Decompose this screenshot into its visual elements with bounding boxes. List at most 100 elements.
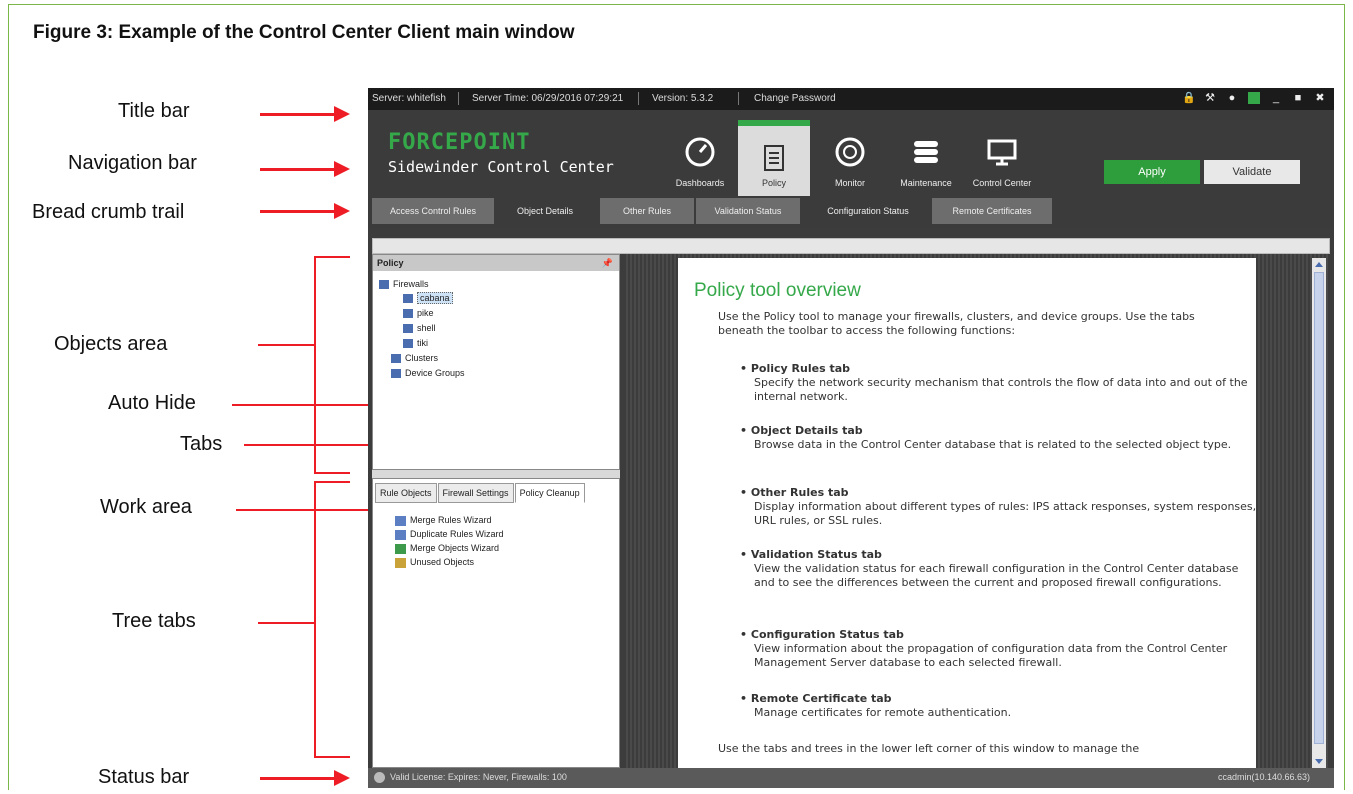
nav-label: Policy [761,178,786,188]
section-body: Manage certificates for remote authentic… [754,706,1012,719]
cluster-icon [391,354,401,364]
section-object-details: • Object Details tab Browse data in the … [740,424,1256,452]
callout-navigation-bar: Navigation bar [68,152,197,174]
bracket-tree-tabs-bottom [314,756,350,758]
nav-maintenance[interactable]: Maintenance [890,120,962,196]
tree-item-firewall[interactable]: shell [403,321,436,335]
tab-other-rules[interactable]: Other Rules [600,198,694,224]
tree-item-firewall[interactable]: cabana [403,291,453,305]
section-title: • Validation Status tab [740,548,882,561]
firewall-icon [403,309,413,319]
tab-access-control-rules[interactable]: Access Control Rules [372,198,494,224]
tree-tab-rule-objects[interactable]: Rule Objects [375,483,437,503]
server-time: Server Time: 06/29/2016 07:29:21 [472,93,624,104]
license-icon [374,772,385,783]
firewall-icon [403,339,413,349]
section-body: View information about the propagation o… [754,642,1228,669]
scroll-up-icon[interactable] [1315,262,1323,267]
minimize-icon[interactable]: _ [1270,92,1282,104]
maintenance-database-icon [914,141,938,163]
nav-policy[interactable]: Policy [738,120,810,196]
wizard-icon [395,543,406,554]
logged-in-user: ccadmin(10.140.66.63) [1217,772,1310,782]
callout-auto-hide: Auto Hide [108,392,196,414]
bracket-objects-area-h [258,344,314,346]
status-green-icon[interactable] [1248,92,1260,104]
document-intro: Use the Policy tool to manage your firew… [718,310,1195,337]
version: Version: 5.3.2 [652,93,714,104]
section-body: Browse data in the Control Center databa… [754,438,1232,451]
arrow-navigation-bar [260,161,350,177]
close-icon[interactable]: ✖ [1314,92,1326,104]
validate-button[interactable]: Validate [1204,160,1300,184]
brand-logo: FORCEPOINT [388,130,531,155]
bracket-tree-tabs-v [314,481,316,757]
scroll-thumb[interactable] [1314,272,1324,744]
tab-configuration-status[interactable]: Configuration Status [808,198,928,224]
list-item-duplicate-rules-wizard[interactable]: Duplicate Rules Wizard [395,527,504,541]
work-area: Policy tool overview Use the Policy tool… [624,254,1330,768]
objects-area: Policy 📌 Firewalls cabana pike shell tik… [372,254,620,470]
document-footer: Use the tabs and trees in the lower left… [718,742,1140,755]
change-password-link[interactable]: Change Password [754,93,836,104]
tab-validation-status[interactable]: Validation Status [696,198,800,224]
scroll-down-icon[interactable] [1315,759,1323,764]
nav-dashboards[interactable]: Dashboards [664,120,736,196]
nav-monitor[interactable]: Monitor [814,120,886,196]
separator [738,92,739,105]
document-heading: Policy tool overview [694,280,861,301]
section-title: • Object Details tab [740,424,863,437]
tab-remote-certificates[interactable]: Remote Certificates [932,198,1052,224]
callout-objects-area: Objects area [54,333,168,355]
list-item-unused-objects[interactable]: Unused Objects [395,555,504,569]
tools-icon[interactable]: ⚒ [1204,92,1216,104]
tree-tabs: Rule Objects Firewall Settings Policy Cl… [375,483,586,503]
callout-bread-crumb-trail: Bread crumb trail [32,201,185,223]
section-title: • Remote Certificate tab [740,692,892,705]
firewall-icon [403,294,413,304]
tree-tab-firewall-settings[interactable]: Firewall Settings [437,483,514,503]
lock-icon[interactable]: 🔒 [1182,92,1196,104]
info-icon[interactable]: ● [1226,92,1238,104]
pane-splitter[interactable] [372,470,620,478]
bracket-tree-tabs-top [314,481,350,483]
separator [638,92,639,105]
tree-tabs-pane: Rule Objects Firewall Settings Policy Cl… [372,478,620,768]
wizard-icon [395,515,406,526]
tree-item-firewalls[interactable]: Firewalls [379,277,429,291]
section-other-rules: • Other Rules tab Display information ab… [740,486,1256,528]
arrow-bread-crumb [260,203,350,219]
maximize-icon[interactable]: ■ [1292,92,1304,104]
apply-button[interactable]: Apply [1104,160,1200,184]
nav-control-center[interactable]: Control Center [966,120,1038,196]
brand-product-name: Sidewinder Control Center [388,158,614,176]
tree-item-device-groups[interactable]: Device Groups [391,366,465,380]
section-body: Display information about different type… [754,500,1256,527]
separator [458,92,459,105]
arrow-title-bar [260,106,350,122]
tree-item-firewall[interactable]: tiki [403,336,428,350]
bracket-objects-area-bottom [314,472,350,474]
tree-item-clusters[interactable]: Clusters [391,351,438,365]
figure-title: Figure 3: Example of the Control Center … [33,22,575,43]
list-item-merge-objects-wizard[interactable]: Merge Objects Wizard [395,541,504,555]
navigation-bar: FORCEPOINT Sidewinder Control Center Das… [368,110,1334,198]
tree-item-firewall[interactable]: pike [403,306,434,320]
firewall-folder-icon [379,280,389,290]
section-title: • Policy Rules tab [740,362,851,375]
nav-label: Control Center [972,178,1032,188]
list-item-merge-rules-wizard[interactable]: Merge Rules Wizard [395,513,504,527]
vertical-scrollbar[interactable] [1312,258,1326,768]
auto-hide-pin-icon[interactable]: 📌 [602,255,613,271]
nav-label: Dashboards [675,178,725,188]
section-policy-rules: • Policy Rules tab Specify the network s… [740,362,1256,404]
tree-tab-policy-cleanup[interactable]: Policy Cleanup [514,483,585,503]
policy-cleanup-list: Merge Rules Wizard Duplicate Rules Wizar… [395,513,504,569]
tab-object-details[interactable]: Object Details [500,198,590,224]
section-title: • Configuration Status tab [740,628,904,641]
dashboard-gauge-icon [685,137,715,167]
firewall-icon [403,324,413,334]
arrow-status-bar [260,770,350,786]
section-remote-certificate: • Remote Certificate tab Manage certific… [740,692,1256,720]
bread-crumb-trail: Access Control Rules Object Details Othe… [368,198,1334,228]
